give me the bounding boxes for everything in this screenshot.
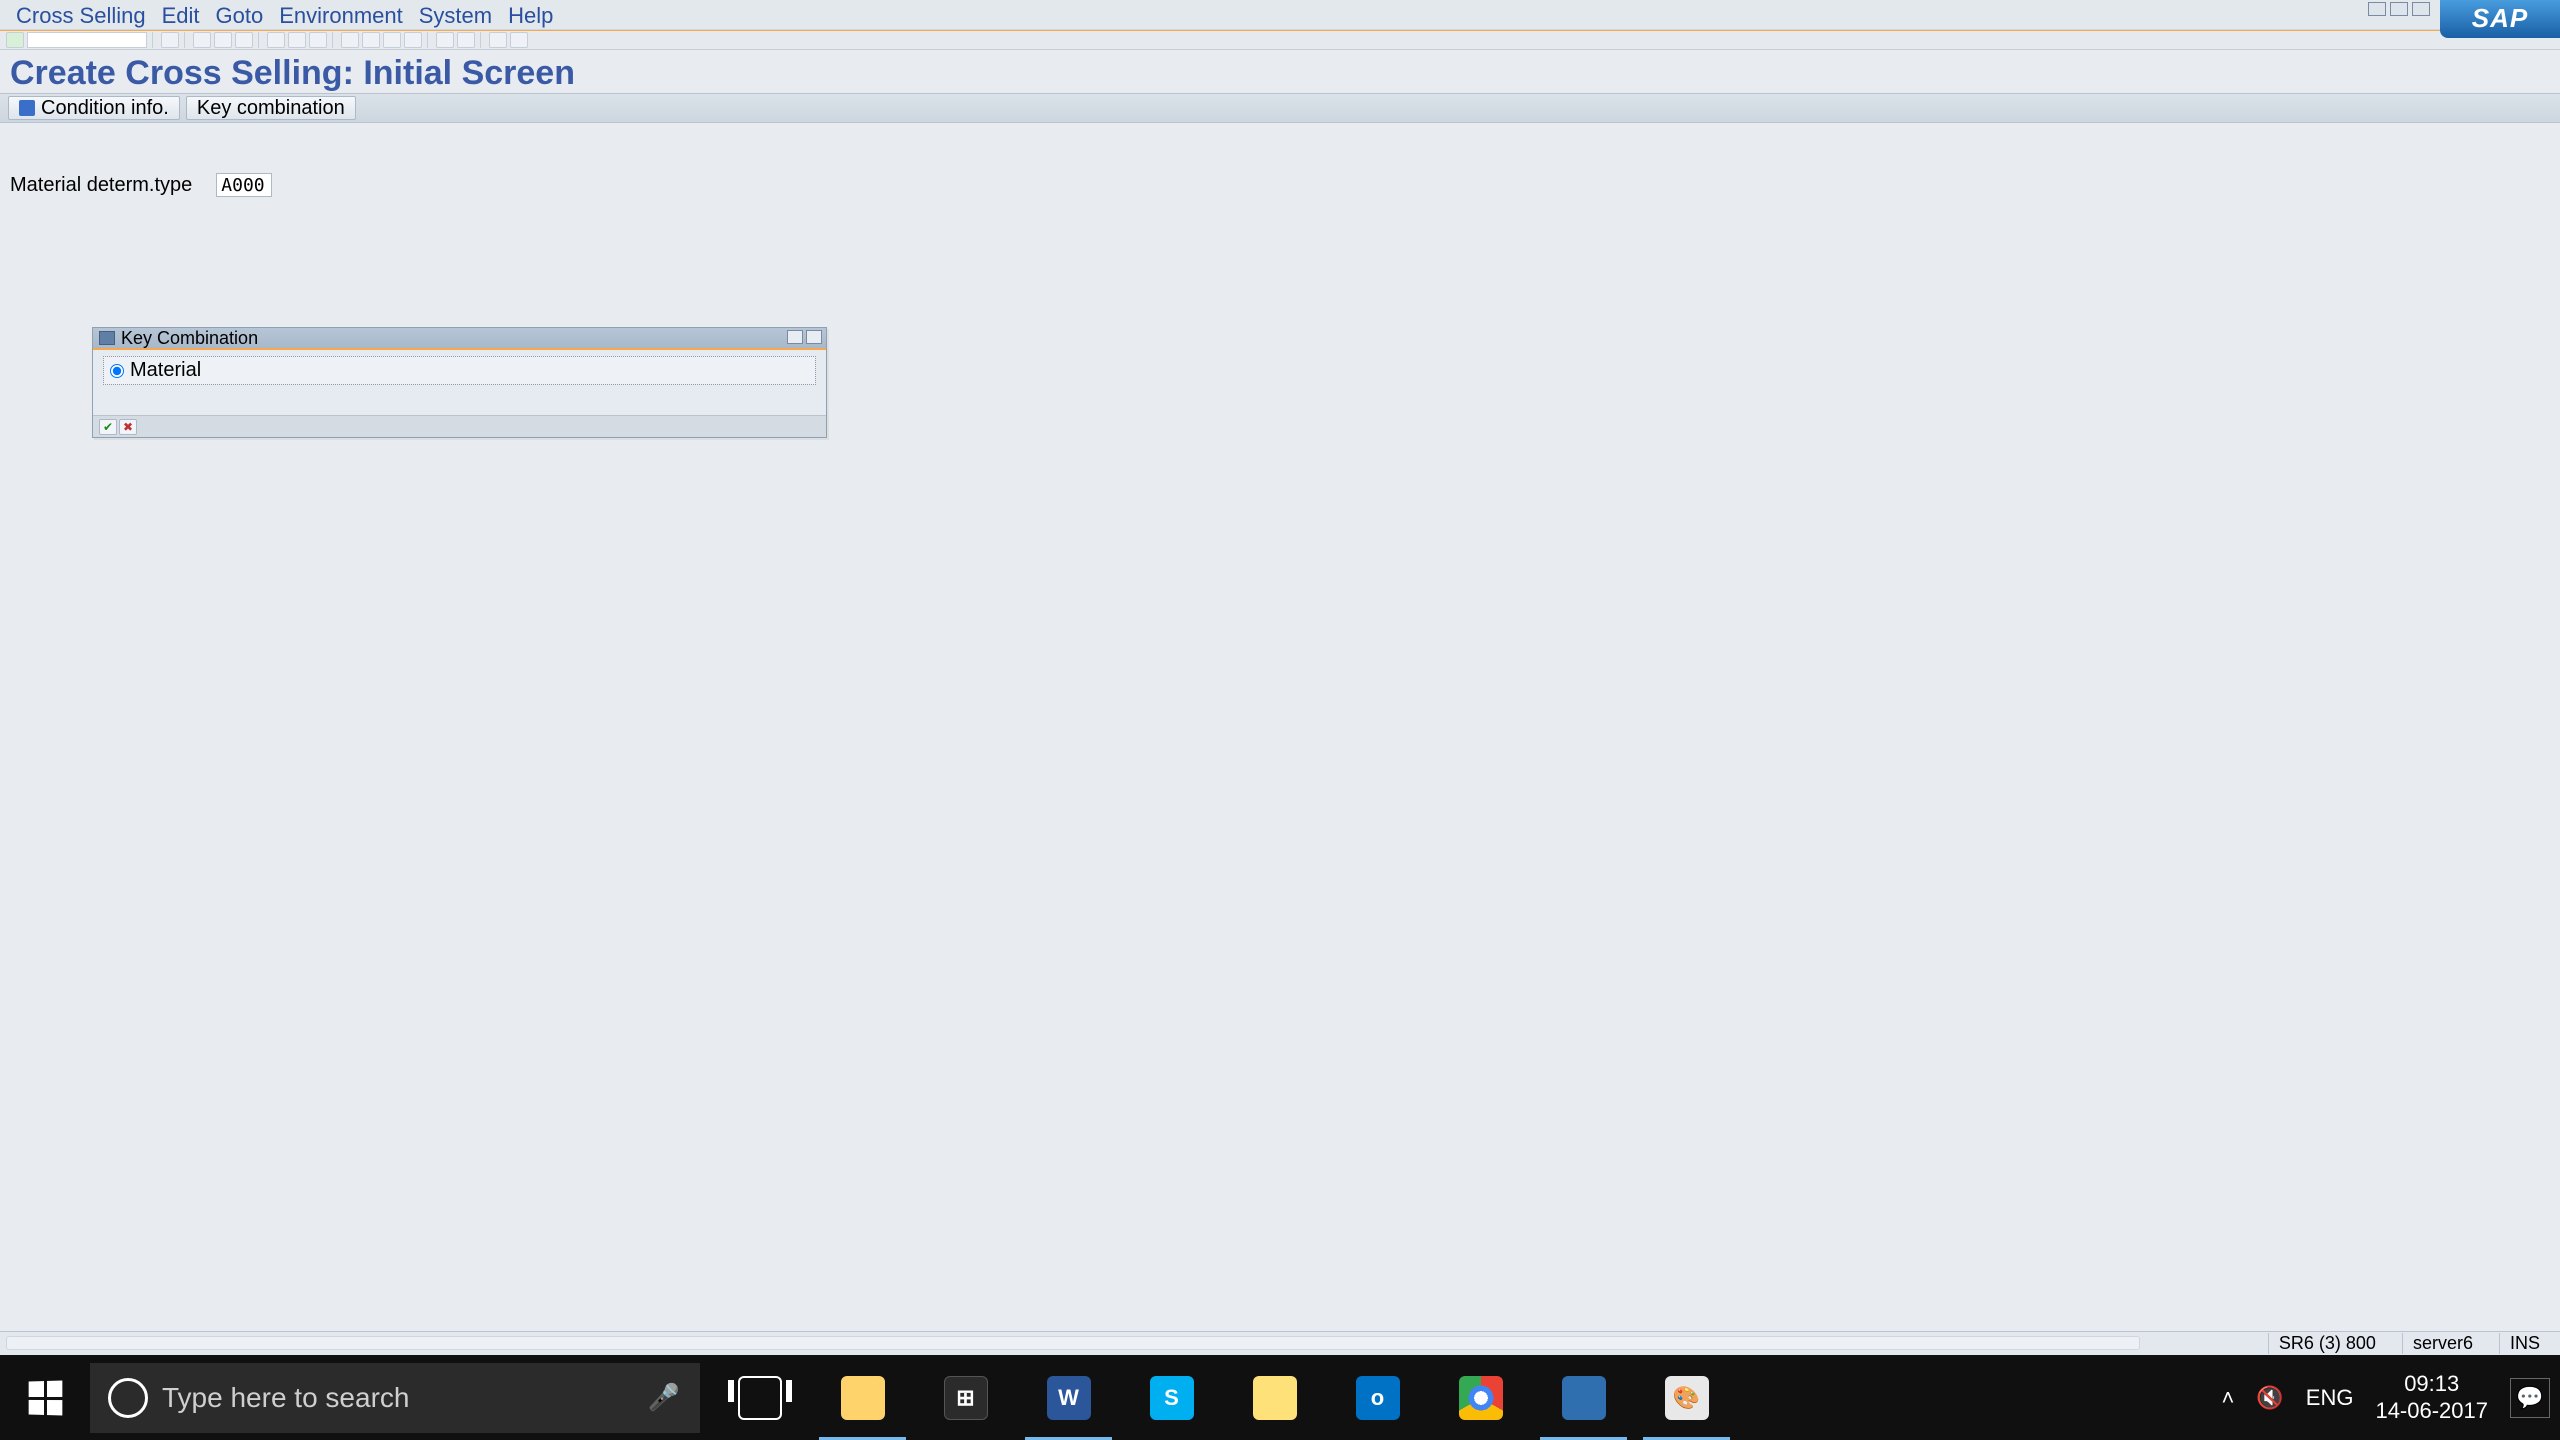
- prev-page-icon[interactable]: [362, 32, 380, 48]
- save-icon[interactable]: [161, 32, 179, 48]
- tray-chevron-icon[interactable]: ˄: [2222, 1385, 2235, 1411]
- status-bar: SR6 (3) 800 server6 INS: [0, 1331, 2560, 1355]
- search-placeholder: Type here to search: [162, 1382, 409, 1414]
- menu-bar: Cross Selling Edit Goto Environment Syst…: [0, 0, 2560, 30]
- sticky-notes-button[interactable]: [1223, 1355, 1326, 1440]
- status-message-area: [6, 1336, 2140, 1350]
- key-combination-label: Key combination: [197, 97, 345, 120]
- file-explorer-button[interactable]: [811, 1355, 914, 1440]
- minimize-icon[interactable]: [2368, 2, 2386, 16]
- dialog-title: Key Combination: [121, 328, 258, 349]
- task-view-button[interactable]: [708, 1355, 811, 1440]
- status-server: server6: [2402, 1333, 2483, 1354]
- status-system: SR6 (3) 800: [2268, 1333, 2386, 1354]
- print-icon[interactable]: [267, 32, 285, 48]
- shortcut-icon[interactable]: [457, 32, 475, 48]
- back-icon[interactable]: [193, 32, 211, 48]
- status-mode: INS: [2499, 1333, 2550, 1354]
- last-page-icon[interactable]: [404, 32, 422, 48]
- menu-edit[interactable]: Edit: [154, 3, 208, 29]
- paint-button[interactable]: 🎨: [1635, 1355, 1738, 1440]
- word-icon: W: [1047, 1376, 1091, 1420]
- sap-logo: SAP: [2440, 0, 2560, 38]
- taskbar-date: 14-06-2017: [2375, 1398, 2488, 1424]
- chrome-button[interactable]: [1429, 1355, 1532, 1440]
- condition-info-button[interactable]: Condition info.: [8, 96, 180, 120]
- condition-info-label: Condition info.: [41, 97, 169, 120]
- menu-help[interactable]: Help: [500, 3, 561, 29]
- system-tray: ˄ 🔇 ENG 09:13 14-06-2017 💬: [2222, 1355, 2560, 1440]
- key-combination-button[interactable]: Key combination: [186, 96, 356, 120]
- taskbar-time: 09:13: [2375, 1371, 2488, 1397]
- info-icon: [19, 100, 35, 116]
- chrome-icon: [1459, 1376, 1503, 1420]
- skype-button[interactable]: S: [1120, 1355, 1223, 1440]
- taskbar-apps: ⊞ W S o 🎨: [708, 1355, 1738, 1440]
- volume-muted-icon[interactable]: 🔇: [2256, 1385, 2283, 1411]
- sap-icon: [1562, 1376, 1606, 1420]
- material-determ-type-label: Material determ.type: [10, 174, 192, 197]
- window-controls: [2368, 2, 2430, 16]
- outlook-icon: o: [1356, 1376, 1400, 1420]
- material-determ-type-input[interactable]: [216, 173, 272, 197]
- cancel-icon[interactable]: [235, 32, 253, 48]
- find-next-icon[interactable]: [309, 32, 327, 48]
- next-page-icon[interactable]: [383, 32, 401, 48]
- store-button[interactable]: ⊞: [914, 1355, 1017, 1440]
- menu-system[interactable]: System: [411, 3, 500, 29]
- sticky-notes-icon: [1253, 1376, 1297, 1420]
- microphone-icon[interactable]: 🎤: [648, 1382, 680, 1413]
- dialog-close-icon[interactable]: [806, 330, 822, 344]
- key-combination-dialog: Key Combination Material ✔ ✖: [92, 327, 827, 438]
- dialog-icon: [99, 331, 115, 345]
- action-center-icon[interactable]: 💬: [2510, 1378, 2550, 1418]
- standard-toolbar: [0, 30, 2560, 50]
- page-title: Create Cross Selling: Initial Screen: [0, 50, 2560, 93]
- enter-icon[interactable]: [6, 32, 24, 48]
- layout-icon[interactable]: [510, 32, 528, 48]
- menu-goto[interactable]: Goto: [208, 3, 272, 29]
- menu-cross-selling[interactable]: Cross Selling: [8, 3, 154, 29]
- menu-environment[interactable]: Environment: [271, 3, 411, 29]
- application-toolbar: Condition info. Key combination: [0, 93, 2560, 123]
- windows-taskbar: Type here to search 🎤 ⊞ W S o 🎨 ˄ 🔇 ENG …: [0, 1355, 2560, 1440]
- first-page-icon[interactable]: [341, 32, 359, 48]
- new-session-icon[interactable]: [436, 32, 454, 48]
- folder-icon: [841, 1376, 885, 1420]
- outlook-button[interactable]: o: [1326, 1355, 1429, 1440]
- radio-material-label: Material: [130, 359, 201, 382]
- command-field[interactable]: [27, 32, 147, 48]
- help-icon[interactable]: [489, 32, 507, 48]
- start-button[interactable]: [0, 1355, 90, 1440]
- skype-icon: S: [1150, 1376, 1194, 1420]
- exit-icon[interactable]: [214, 32, 232, 48]
- store-icon: ⊞: [944, 1376, 988, 1420]
- find-icon[interactable]: [288, 32, 306, 48]
- dialog-ok-button[interactable]: ✔: [99, 419, 117, 435]
- taskbar-clock[interactable]: 09:13 14-06-2017: [2375, 1371, 2488, 1424]
- maximize-icon[interactable]: [2390, 2, 2408, 16]
- radio-material-row[interactable]: Material: [103, 356, 816, 385]
- dialog-footer: ✔ ✖: [93, 415, 826, 437]
- windows-logo-icon: [29, 1380, 63, 1415]
- close-icon[interactable]: [2412, 2, 2430, 16]
- dialog-titlebar[interactable]: Key Combination: [93, 328, 826, 350]
- dialog-cancel-button[interactable]: ✖: [119, 419, 137, 435]
- cortana-icon: [108, 1378, 148, 1418]
- dialog-help-icon[interactable]: [787, 330, 803, 344]
- paint-icon: 🎨: [1665, 1376, 1709, 1420]
- sap-gui-button[interactable]: [1532, 1355, 1635, 1440]
- material-determ-type-row: Material determ.type: [0, 123, 2560, 197]
- taskbar-search[interactable]: Type here to search 🎤: [90, 1363, 700, 1433]
- language-indicator[interactable]: ENG: [2306, 1385, 2354, 1411]
- word-button[interactable]: W: [1017, 1355, 1120, 1440]
- task-view-icon: [738, 1376, 782, 1420]
- radio-material[interactable]: [110, 364, 124, 378]
